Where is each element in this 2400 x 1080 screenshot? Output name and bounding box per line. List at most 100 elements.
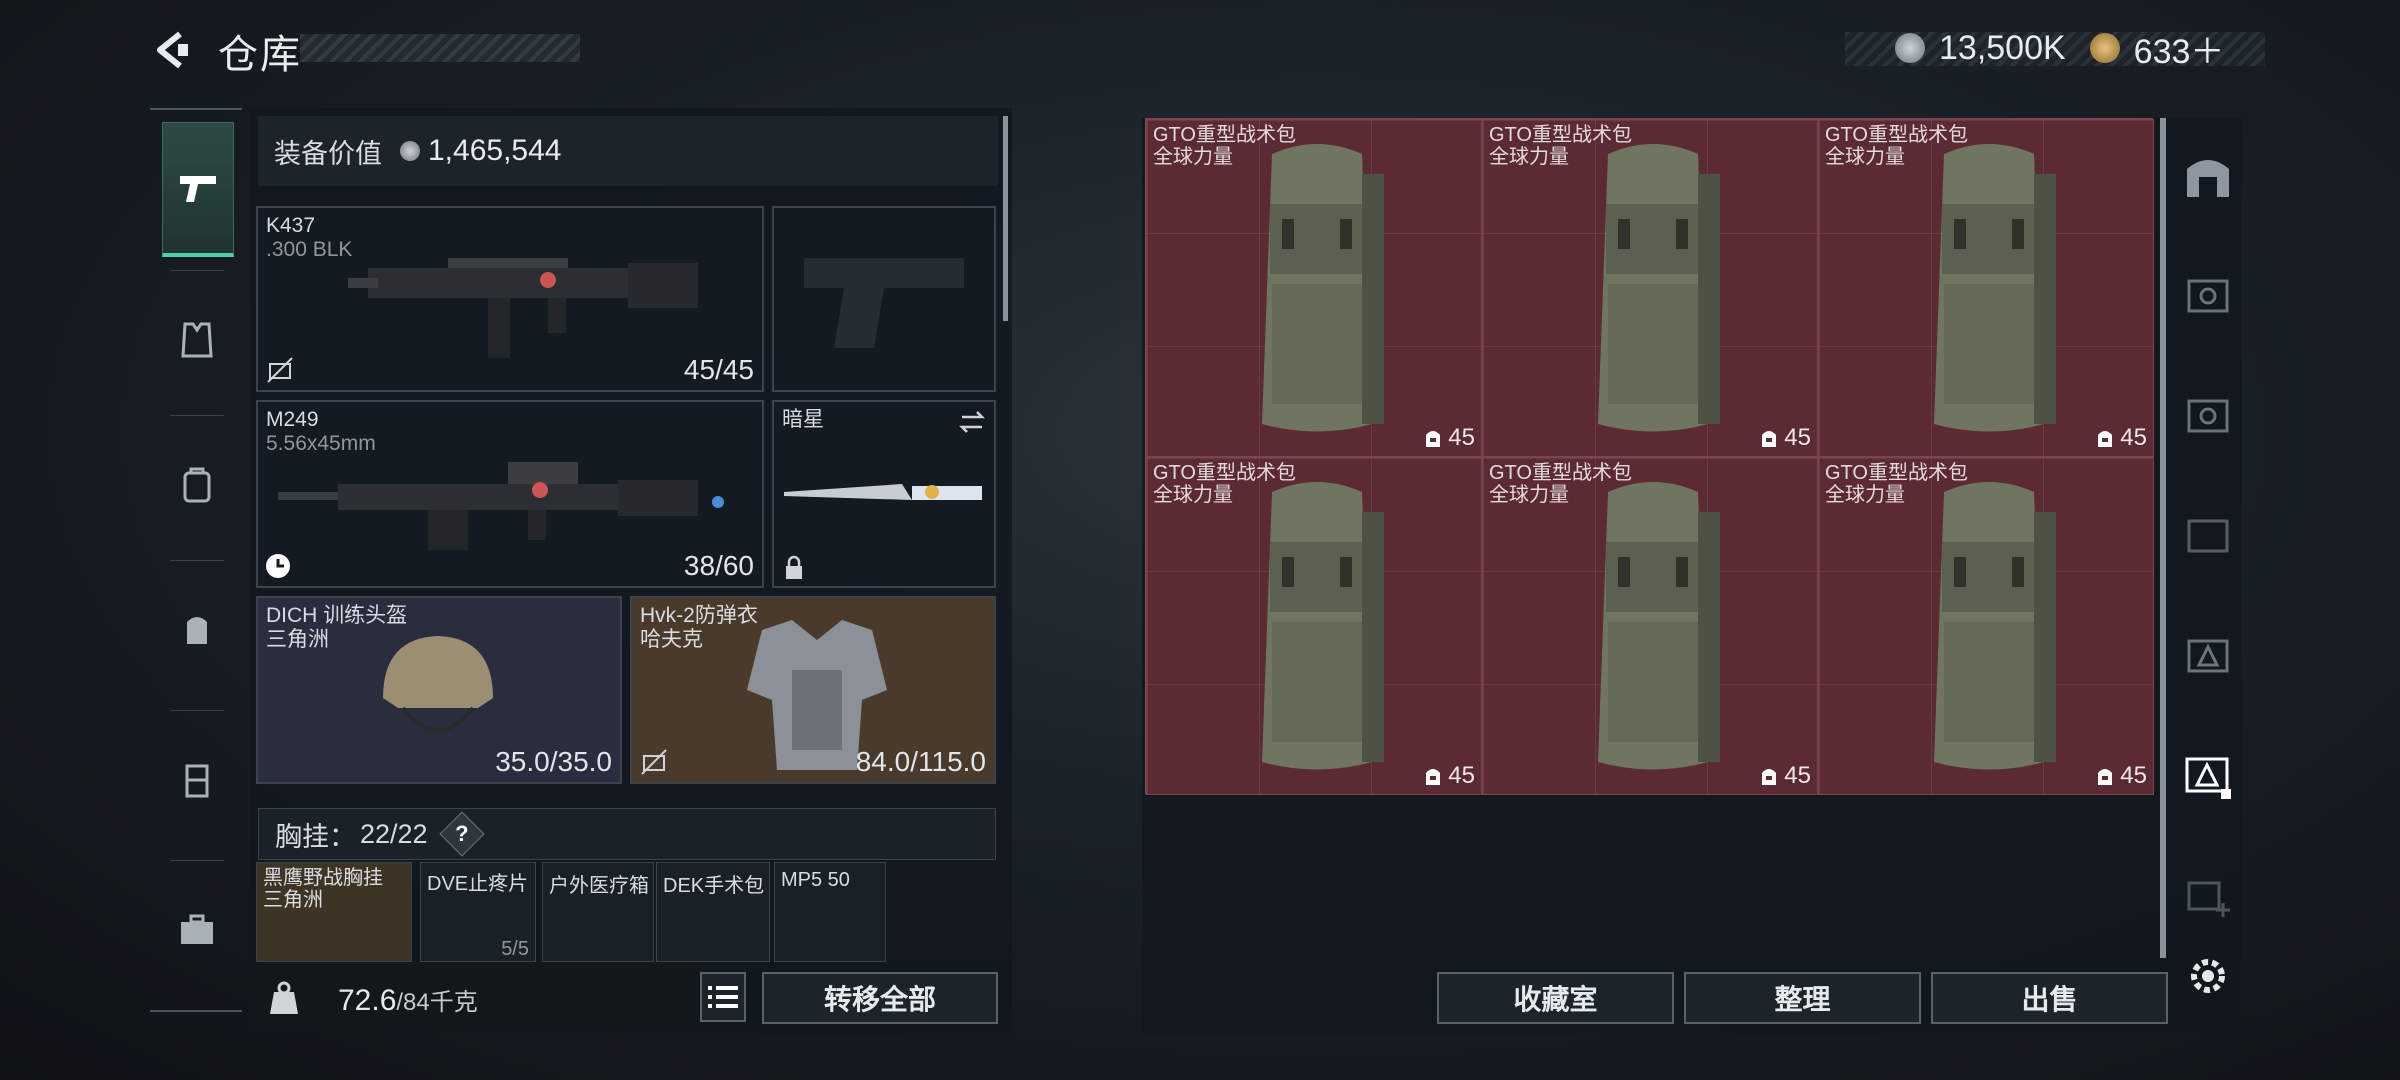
item-count-badge: 45 [1422,424,1475,452]
melee-slot[interactable]: 暗星 [772,400,996,588]
equipment-value-label: 装备价值 [274,138,382,169]
primary-weapon-slot[interactable]: K437.300 BLK 45/45 [256,206,764,392]
backpack-icon [1262,482,1384,770]
chest-item-count: 5/5 [501,938,529,960]
nav-backpack[interactable] [162,420,232,550]
melee-name: 暗星 [782,408,824,431]
rifle-icon [348,258,698,358]
capacity-icon [1762,431,1777,447]
warehouse-icon [2187,160,2229,197]
back-arrow-icon [157,31,188,69]
chest-item[interactable]: MP5 50 [774,862,886,962]
item-count-badge: 45 [1758,762,1811,790]
storage-item[interactable]: GTO重型战术包 全球力量 45 [1146,119,1482,457]
weapon-name: M249 [266,408,319,431]
equipment-scrollbar[interactable] [1003,116,1008,321]
gold-amount[interactable]: 633＋ [2134,24,2225,73]
gear-icon [2191,959,2225,993]
helmet-slot[interactable]: DICH 训练头盔 三角洲 35.0/35.0 [256,596,622,784]
storage-level-icon [2187,519,2229,553]
case-icon [185,764,209,798]
left-category-nav [150,108,242,1012]
weapon-ammo: 38/60 [683,550,754,581]
backpack-icon [1934,144,2056,432]
storage-tab-4[interactable] [2180,388,2236,444]
lock-icon [786,555,802,579]
nav-armor[interactable] [162,275,232,405]
pistol-slot[interactable] [772,206,996,392]
storage-tab-5[interactable] [2180,268,2236,324]
capacity-icon [2098,431,2113,447]
item-count: 45 [1448,762,1475,789]
gold-coin-icon [2089,33,2120,63]
storage-item[interactable]: GTO重型战术包 全球力量 45 [1482,119,1818,457]
nav-toolbox[interactable] [162,865,232,995]
title-decoration [300,34,580,62]
swap-icon[interactable] [958,408,986,436]
back-button[interactable] [150,28,194,72]
list-view-button[interactable] [700,972,746,1022]
storage-item[interactable]: GTO重型战术包 全球力量 45 [1818,457,2154,795]
item-name: GTO重型战术包 [1825,124,1968,146]
backpack-icon [1934,482,2056,770]
storage-scrollbar[interactable] [2160,118,2166,958]
storage-tab-all[interactable] [2180,148,2236,204]
storage-tab-1[interactable] [2180,748,2236,804]
item-brand: 全球力量 [1153,146,1233,168]
secondary-weapon-slot[interactable]: M249 5.56x45mm 38/60 [256,400,764,588]
no-insurance-icon [641,749,667,775]
storage-level-icon [2187,279,2229,313]
weapon-ammo: 45/45 [683,354,754,385]
settings-button[interactable] [2180,948,2236,1004]
storage-tab-2[interactable] [2180,628,2236,684]
chest-rig-header: 胸挂： 22/22 ? [258,808,996,860]
chest-item[interactable]: DVE止疼片 5/5 [420,862,536,962]
equipment-value-row: 装备价值 1,465,544 [258,116,998,186]
backpack-icon [1598,482,1720,770]
nav-weapons[interactable] [162,122,234,257]
storage-level-icon [2187,639,2229,673]
transfer-all-button[interactable]: 转移全部 [762,972,998,1024]
sell-button[interactable]: 出售 [1931,972,2168,1024]
weight-max: /84千克 [396,989,478,1016]
item-count-badge: 45 [1422,762,1475,790]
armor-durability: 84.0/115.0 [855,746,986,777]
storage-tabs [2170,118,2246,1018]
storage-item[interactable]: GTO重型战术包 全球力量 45 [1818,119,2154,457]
item-name: GTO重型战术包 [1825,462,1968,484]
nav-chest-rig[interactable] [162,565,232,695]
backpack-icon [1262,144,1384,432]
item-brand: 全球力量 [1153,484,1233,506]
item-count: 45 [1784,424,1811,451]
no-insurance-icon [267,357,293,383]
chest-item[interactable]: 黑鹰野战胸挂 三角洲 [256,862,412,962]
weapon-name: K437 [266,214,316,237]
silver-coin-icon [400,141,420,161]
sort-button[interactable]: 整理 [1684,972,1921,1024]
weight-current: 72.6 [338,984,397,1017]
help-icon[interactable]: ? [438,811,485,857]
storage-item[interactable]: GTO重型战术包 全球力量 45 [1482,457,1818,795]
item-name: GTO重型战术包 [1489,462,1632,484]
chest-item[interactable]: 户外医疗箱 [542,862,654,962]
armor-slot[interactable]: Hvk-2防弹衣 哈夫克 84.0/115.0 [630,596,996,784]
chest-item-name: DVE止疼片 [427,873,529,895]
weight-readout: 72.6/84千克 [338,982,478,1018]
chest-item[interactable]: DEK手术包 [656,862,770,962]
storage-tab-3[interactable] [2180,508,2236,564]
chest-item-name: 户外医疗箱 [549,875,649,897]
item-brand: 全球力量 [1489,484,1569,506]
nav-container[interactable] [162,715,232,845]
storage-tab-add[interactable] [2180,868,2236,924]
backpack-icon [1598,144,1720,432]
helmet-faction: 三角洲 [266,628,329,651]
storage-item[interactable]: GTO重型战术包 全球力量 45 [1146,457,1482,795]
backpack-icon [183,467,211,503]
item-name: GTO重型战术包 [1153,124,1296,146]
item-brand: 全球力量 [1825,146,1905,168]
item-brand: 全球力量 [1489,146,1569,168]
collection-room-button[interactable]: 收藏室 [1437,972,1674,1024]
capacity-icon [1762,769,1777,785]
currency-bar: 13,500K 633＋ [1845,28,2265,71]
weapon-caliber: .300 BLK [266,238,353,261]
